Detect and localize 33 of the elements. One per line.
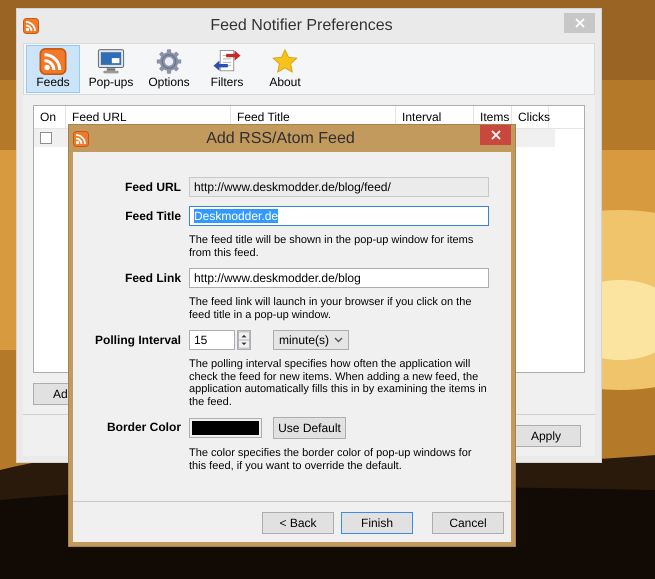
field-label: Feed URL: [124, 179, 181, 196]
toolbar-tab[interactable]: Pop-ups: [84, 45, 138, 93]
rss-icon: [23, 18, 39, 34]
use-default-button[interactable]: Use Default: [273, 417, 346, 439]
dialog-title: Add RSS/Atom Feed: [206, 130, 355, 146]
number-field[interactable]: 15: [189, 330, 235, 350]
toolbar-tab[interactable]: About: [258, 45, 312, 93]
close-button[interactable]: [480, 125, 511, 145]
unit-dropdown[interactable]: minute(s): [273, 330, 349, 350]
toolbar-tab[interactable]: Feeds: [26, 45, 80, 93]
field-label: Polling Interval: [94, 332, 181, 349]
help-text: The color specifies the border color of pop-up windows for this feed, if you want to override the default.: [189, 447, 472, 472]
window-title: Feed Notifier Preferences: [209, 17, 394, 35]
field-label: Feed Title: [124, 208, 181, 225]
dialog-button[interactable]: Cancel: [432, 512, 504, 534]
close-icon: [574, 18, 584, 28]
help-text: The feed link will launch in your browser if you click on the feed title in a pop-up window.: [189, 296, 472, 321]
dialog-button[interactable]: Finish: [341, 512, 413, 534]
checkbox[interactable]: [40, 132, 52, 144]
help-text: The polling interval specifies how often the application will check the feed for new items. When adding a new feed, the application automatically fills this in by examining the items in the feed.: [189, 358, 488, 408]
input-field[interactable]: http://www.deskmodder.de/blog/feed/: [189, 177, 489, 197]
input-field[interactable]: http://www.deskmodder.de/blog: [189, 268, 489, 288]
column-header[interactable]: On: [34, 106, 66, 128]
rss-icon: [73, 130, 89, 146]
chevron-icon: [334, 337, 343, 343]
close-icon: [490, 130, 500, 140]
spinner-arrows-icon[interactable]: [237, 330, 251, 350]
field-label: Feed Link: [124, 270, 181, 287]
toolbar-tab[interactable]: Options: [142, 45, 196, 93]
help-text: The feed title will be shown in the pop-up window for items from this feed.: [189, 234, 474, 259]
toolbar-tab[interactable]: Filters: [200, 45, 254, 93]
dialog-button[interactable]: < Back: [262, 512, 334, 534]
field-label: Border Color: [106, 419, 181, 436]
